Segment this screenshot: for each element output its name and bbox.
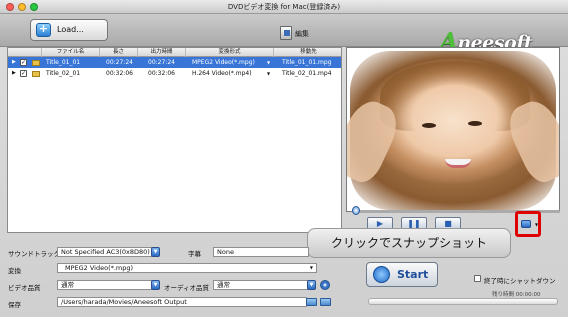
- video-quality-select[interactable]: 通常: [57, 280, 153, 290]
- convert-dropdown-icon[interactable]: ▼: [310, 264, 313, 272]
- shutdown-label: 終了時にシャットダウン: [484, 277, 556, 285]
- row-checkbox[interactable]: ✓: [20, 59, 27, 66]
- soundtrack-label: サウンドトラック: [8, 250, 60, 258]
- cell-length: 00:32:06: [106, 70, 133, 77]
- cell-format[interactable]: MPEG2 Video(*.mpg): [192, 57, 255, 68]
- audio-quality-select[interactable]: 通常: [213, 280, 309, 290]
- start-button[interactable]: Start: [366, 262, 438, 287]
- title-bar: DVDビデオ変換 for Mac(登録済み): [0, 0, 568, 14]
- play-icon: ▶: [376, 219, 384, 228]
- stop-icon: ■: [444, 219, 452, 228]
- pause-icon: ❚❚: [407, 219, 421, 228]
- add-disc-icon: [36, 22, 51, 37]
- snapshot-dropdown-icon[interactable]: ▼: [535, 222, 538, 227]
- video-quality-label: ビデオ品質: [8, 284, 41, 292]
- cell-length: 00:27:24: [106, 59, 133, 66]
- convert-format-value: MPEG2 Video(*.mpg): [65, 264, 134, 272]
- disclosure-triangle-icon[interactable]: ▶: [12, 68, 16, 79]
- open-folder-icon[interactable]: [320, 298, 331, 306]
- column-header-output-time[interactable]: 出力時間: [138, 48, 186, 57]
- load-button-label: Load...: [57, 25, 84, 34]
- soundtrack-dropdown-icon[interactable]: ▼: [151, 247, 160, 257]
- edit-icon: [280, 26, 292, 40]
- audio-quality-dropdown-icon[interactable]: ▼: [307, 280, 316, 290]
- table-header: ファイル名 長さ 出力時間 変換形式 移動先: [8, 48, 341, 57]
- cell-destination: Title_02_01.mp4: [282, 70, 332, 77]
- convert-label: 変換: [8, 267, 21, 275]
- save-label: 保存: [8, 301, 21, 309]
- cell-format[interactable]: H.264 Video(*.mp4): [192, 68, 252, 79]
- folder-icon: [32, 60, 40, 66]
- disclosure-triangle-icon[interactable]: ▶: [12, 57, 16, 68]
- table-row[interactable]: ▶ ✓ Title_02_01 00:32:06 00:32:06 H.264 …: [8, 68, 341, 79]
- settings-gear-icon[interactable]: [320, 280, 330, 290]
- load-button[interactable]: Load...: [30, 19, 108, 41]
- cell-filename: Title_02_01: [46, 70, 81, 77]
- audio-quality-label: オーディオ品質: [164, 284, 210, 292]
- format-dropdown-icon[interactable]: ▼: [267, 57, 270, 68]
- subtitle-label: 字幕: [188, 250, 201, 258]
- cell-destination: Title_01_01.mpg: [282, 59, 332, 66]
- minimize-window-icon[interactable]: [18, 3, 26, 11]
- output-path-field[interactable]: /Users/harada/Movies/Aneesoft Output: [57, 297, 307, 307]
- column-header-check: [8, 48, 42, 57]
- convert-format-select[interactable]: MPEG2 Video(*.mpg) ▼: [57, 263, 317, 273]
- cell-output-time: 00:32:06: [148, 70, 175, 77]
- start-button-label: Start: [397, 268, 429, 281]
- column-header-format[interactable]: 変換形式: [186, 48, 274, 57]
- column-header-filename[interactable]: ファイル名: [42, 48, 100, 57]
- camera-icon[interactable]: [521, 220, 531, 228]
- app-window: DVDビデオ変換 for Mac(登録済み) Load... 編集 Aneeso…: [0, 0, 568, 317]
- shutdown-checkbox[interactable]: [474, 275, 481, 282]
- column-header-destination[interactable]: 移動先: [274, 48, 343, 57]
- conversion-progress-bar: [368, 298, 558, 305]
- convert-refresh-icon: [373, 266, 390, 283]
- edit-button-label: 編集: [295, 30, 309, 38]
- window-title: DVDビデオ変換 for Mac(登録済み): [227, 3, 341, 11]
- format-dropdown-icon[interactable]: ▼: [267, 68, 270, 79]
- toolbar: Load... 編集 Aneesoft: [0, 14, 568, 55]
- column-header-length[interactable]: 長さ: [100, 48, 138, 57]
- table-row[interactable]: ▶ ✓ Title_01_01 00:27:24 00:27:24 MPEG2 …: [8, 57, 341, 68]
- seek-handle[interactable]: [352, 206, 360, 215]
- preview-frame-image: [347, 51, 559, 210]
- subtitle-select[interactable]: None: [213, 247, 309, 257]
- zoom-window-icon[interactable]: [30, 3, 38, 11]
- video-quality-dropdown-icon[interactable]: ▼: [151, 280, 160, 290]
- cell-filename: Title_01_01: [46, 59, 81, 66]
- snapshot-tooltip: クリックでスナップショット: [307, 228, 511, 258]
- folder-icon: [32, 71, 40, 77]
- remaining-time: 残り時間 00:00:00: [492, 292, 541, 298]
- edit-button[interactable]: 編集: [280, 26, 309, 42]
- row-checkbox[interactable]: ✓: [20, 70, 27, 77]
- close-window-icon[interactable]: [6, 3, 14, 11]
- cell-output-time: 00:27:24: [148, 59, 175, 66]
- title-list: ファイル名 長さ 出力時間 変換形式 移動先 ▶ ✓ Title_01_01 0…: [7, 47, 342, 233]
- browse-folder-icon[interactable]: [306, 298, 317, 306]
- video-preview: [346, 47, 560, 212]
- soundtrack-select[interactable]: Not Specified AC3(0x8D80): [57, 247, 153, 257]
